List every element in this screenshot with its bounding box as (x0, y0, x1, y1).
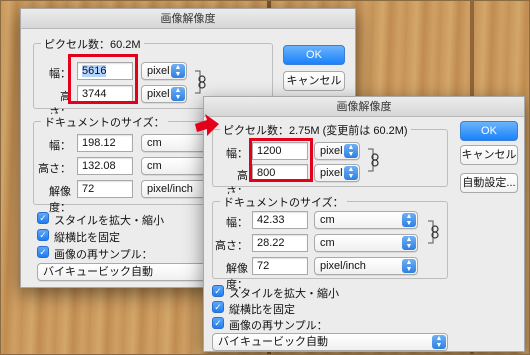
auto-button[interactable]: 自動設定... (460, 173, 518, 193)
chevron-updown-icon: ▲ ▼ (432, 335, 446, 349)
width-label: 幅： (49, 68, 71, 80)
doc-width-input[interactable]: 42.33 (252, 211, 308, 229)
ok-button[interactable]: OK (283, 45, 345, 65)
doc-width-input[interactable]: 198.12 (77, 134, 133, 152)
resolution-input[interactable]: 72 (77, 180, 133, 198)
dialog-title: 画像解像度 (204, 97, 524, 117)
resample-method-select[interactable]: バイキュービック自動 (37, 263, 213, 281)
chevron-updown-icon: ▲ ▼ (402, 213, 416, 227)
doc-width-label: 幅： (49, 140, 71, 152)
document-size-label: ドキュメントのサイズ： (41, 114, 168, 130)
highlight-box (249, 138, 313, 182)
pixel-height-unit-select[interactable]: pixel ▲ ▼ (141, 85, 187, 103)
chain-link-icon (428, 220, 439, 244)
chevron-updown-icon: ▲ ▼ (171, 64, 185, 78)
red-arrow-icon (195, 114, 219, 136)
pixel-height-unit-select[interactable]: pixel ▲ ▼ (314, 164, 360, 182)
doc-height-label: 高さ： (215, 240, 248, 252)
resolution-input[interactable]: 72 (252, 257, 308, 275)
pixel-width-unit-select[interactable]: pixel ▲ ▼ (314, 142, 360, 160)
resolution-unit-select[interactable]: pixel/inch (141, 180, 211, 198)
chevron-updown-icon: ▲ ▼ (402, 259, 416, 273)
doc-height-unit-select[interactable]: cm (141, 157, 211, 175)
chain-link-icon (195, 70, 206, 94)
constrain-proportions-checkbox[interactable]: ✓ (37, 229, 49, 241)
scale-styles-label: スタイルを拡大・縮小 (229, 288, 339, 300)
doc-height-input[interactable]: 28.22 (252, 234, 308, 252)
constrain-proportions-label: 縦横比を固定 (54, 232, 120, 244)
pixel-dimensions-label: ピクセル数：60.2M (41, 36, 144, 52)
document-size-label: ドキュメントのサイズ： (220, 194, 347, 210)
image-size-dialog-resized: 画像解像度 ピクセル数：2.75M (変更前は 60.2M) 幅： 1200 p… (203, 96, 525, 352)
cancel-button[interactable]: キャンセル (283, 71, 345, 91)
resample-checkbox[interactable]: ✓ (212, 317, 224, 329)
resample-method-select[interactable]: バイキュービック自動 ▲ ▼ (212, 333, 448, 351)
doc-height-label: 高さ： (38, 163, 71, 175)
scale-styles-checkbox[interactable]: ✓ (37, 212, 49, 224)
ok-button[interactable]: OK (460, 121, 518, 141)
constrain-proportions-checkbox[interactable]: ✓ (212, 301, 224, 313)
constrain-proportions-label: 縦横比を固定 (229, 304, 295, 316)
cancel-button[interactable]: キャンセル (460, 145, 518, 165)
dialog-title: 画像解像度 (21, 9, 355, 29)
chevron-updown-icon: ▲ ▼ (171, 87, 185, 101)
doc-width-label: 幅： (226, 217, 248, 229)
scale-styles-checkbox[interactable]: ✓ (212, 285, 224, 297)
chain-link-icon (368, 148, 379, 172)
doc-width-unit-select[interactable]: cm ▲ ▼ (314, 211, 418, 229)
resolution-label: 解像度： (49, 186, 71, 214)
pixel-dimensions-label: ピクセル数：2.75M (変更前は 60.2M) (220, 122, 411, 138)
pixel-width-unit-select[interactable]: pixel ▲ ▼ (141, 62, 187, 80)
doc-height-unit-select[interactable]: cm ▲ ▼ (314, 234, 418, 252)
resample-label: 画像の再サンプル： (229, 320, 328, 332)
chevron-updown-icon: ▲ ▼ (344, 166, 358, 180)
chevron-updown-icon: ▲ ▼ (344, 144, 358, 158)
resolution-unit-select[interactable]: pixel/inch ▲ ▼ (314, 257, 418, 275)
chevron-updown-icon: ▲ ▼ (402, 236, 416, 250)
highlight-box (68, 54, 138, 104)
scale-styles-label: スタイルを拡大・縮小 (54, 215, 164, 227)
width-label: 幅： (226, 148, 248, 160)
resample-label: 画像の再サンプル： (54, 249, 153, 261)
resample-checkbox[interactable]: ✓ (37, 246, 49, 258)
doc-height-input[interactable]: 132.08 (77, 157, 133, 175)
